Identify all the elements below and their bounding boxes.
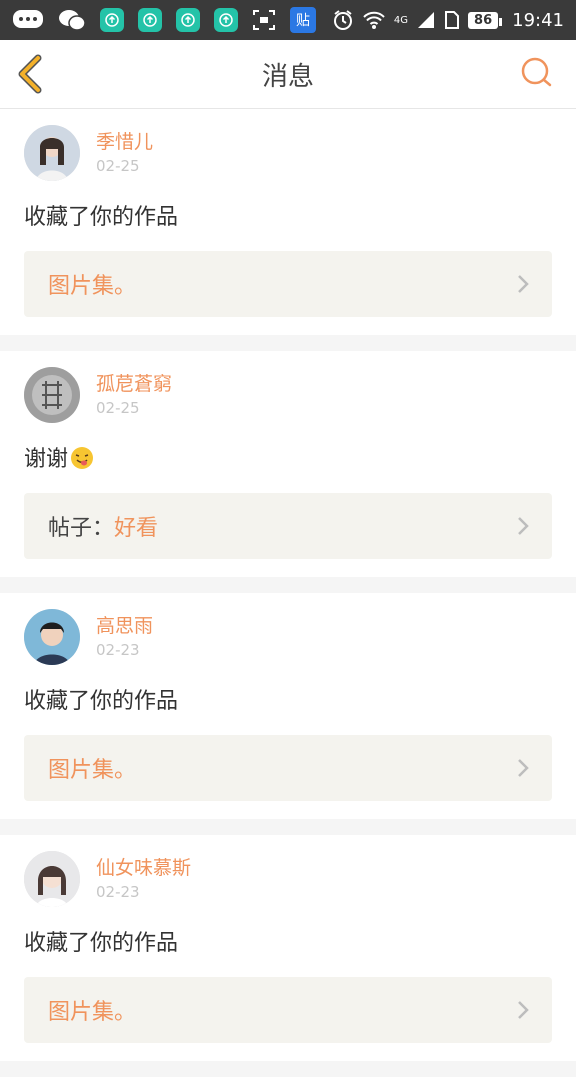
avatar[interactable] — [24, 125, 80, 181]
chevron-left-icon — [18, 54, 42, 94]
battery-level: 86 — [468, 11, 503, 29]
signal-icon — [416, 10, 436, 30]
upload-app-icon — [214, 8, 238, 32]
referenced-post-link[interactable]: 帖子： 好看 — [24, 493, 552, 559]
referenced-work-title: 图片集。 — [48, 1000, 137, 1025]
avatar[interactable] — [24, 851, 80, 907]
user-row: 仙女味慕斯 02-23 — [24, 851, 552, 907]
notification-text: 收藏了你的作品 — [24, 931, 179, 956]
comment-text: 谢谢 — [24, 447, 69, 472]
timestamp: 02-23 — [96, 883, 140, 901]
clock: 19:41 — [512, 9, 564, 31]
page-title: 消息 — [261, 61, 314, 92]
avatar[interactable] — [24, 367, 80, 423]
tongue-face-emoji-icon — [71, 447, 94, 469]
tieba-icon: 贴 — [290, 7, 316, 33]
upload-app-icon — [176, 8, 200, 32]
chevron-right-icon — [518, 1001, 529, 1019]
screenshot-icon — [252, 9, 276, 31]
user-row: 高思雨 02-23 — [24, 609, 552, 665]
referenced-work-link[interactable]: 图片集。 — [24, 735, 552, 801]
status-bar: 贴 4G 86 19:41 — [0, 0, 576, 40]
notification-text: 谢谢 — [24, 445, 552, 475]
timestamp: 02-23 — [96, 641, 140, 659]
notification-card: 高思雨 02-23 收藏了你的作品 图片集。 — [0, 593, 576, 819]
timestamp: 02-25 — [96, 399, 140, 417]
notification-text: 收藏了你的作品 — [24, 205, 179, 230]
alarm-icon — [332, 9, 354, 31]
chevron-right-icon — [518, 275, 529, 293]
wifi-icon — [362, 10, 386, 30]
notification-list: 季惜儿 02-25 收藏了你的作品 图片集。 孤苨蒼窮 02-25 谢谢 帖子：… — [0, 109, 576, 1077]
upload-app-icon — [138, 8, 162, 32]
chevron-right-icon — [518, 759, 529, 777]
timestamp: 02-25 — [96, 157, 140, 175]
user-row: 季惜儿 02-25 — [24, 125, 552, 181]
referenced-work-title: 图片集。 — [48, 274, 137, 299]
referenced-type-label: 帖子： — [48, 516, 115, 541]
username[interactable]: 高思雨 — [96, 613, 153, 639]
notification-text: 收藏了你的作品 — [24, 689, 179, 714]
network-type: 4G — [393, 14, 409, 26]
wechat-icon — [58, 8, 86, 32]
chat-bubble-icon — [12, 9, 44, 31]
chevron-right-icon — [518, 517, 529, 535]
notification-card: 季惜儿 02-25 收藏了你的作品 图片集。 — [0, 109, 576, 335]
upload-app-icon — [100, 8, 124, 32]
back-button[interactable] — [14, 52, 48, 96]
username[interactable]: 孤苨蒼窮 — [96, 371, 172, 397]
referenced-work-link[interactable]: 图片集。 — [24, 251, 552, 317]
notification-card: 仙女味慕斯 02-23 收藏了你的作品 图片集。 — [0, 835, 576, 1061]
user-row: 孤苨蒼窮 02-25 — [24, 367, 552, 423]
avatar[interactable] — [24, 609, 80, 665]
referenced-post-title: 好看 — [114, 516, 159, 541]
search-button[interactable] — [520, 56, 554, 90]
username[interactable]: 仙女味慕斯 — [96, 855, 191, 881]
referenced-work-title: 图片集。 — [48, 758, 137, 783]
top-nav-bar: 消息 — [0, 40, 576, 109]
sim-icon — [444, 10, 460, 30]
username[interactable]: 季惜儿 — [96, 129, 153, 155]
search-icon — [521, 57, 552, 87]
notification-card: 孤苨蒼窮 02-25 谢谢 帖子： 好看 — [0, 351, 576, 577]
referenced-work-link[interactable]: 图片集。 — [24, 977, 552, 1043]
